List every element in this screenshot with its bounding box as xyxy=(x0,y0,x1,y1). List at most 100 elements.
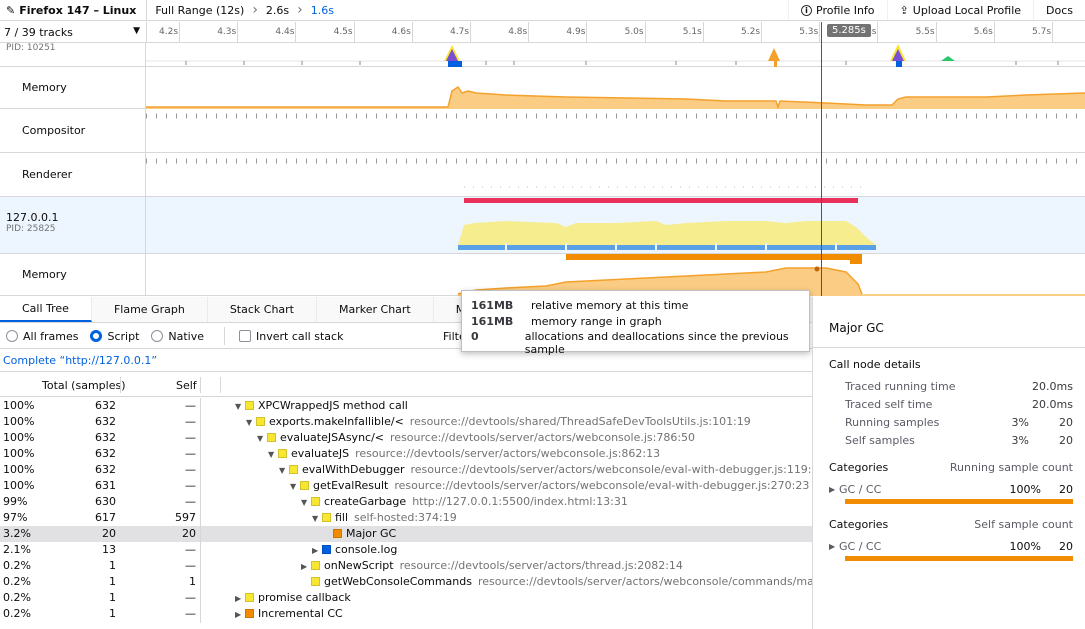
sidebar-detail-row: Running samples 3% 20 xyxy=(845,415,1073,429)
total-percent: 0.2% xyxy=(3,591,31,604)
triangle-down-icon[interactable]: ▼ xyxy=(301,495,311,511)
triangle-right-icon[interactable]: ▶ xyxy=(301,559,311,575)
tooltip-row: 161MB memory range in graph xyxy=(471,315,800,331)
total-samples: 632 xyxy=(95,447,116,460)
tab-call-tree[interactable]: Call Tree xyxy=(0,297,92,322)
triangle-right-icon[interactable]: ▶ xyxy=(235,607,245,623)
ruler-axis[interactable]: 4.2s 4.3s 4.4s 4.5s 4.6s 4.7s 4.8s 4.9s 5.0s 5.1s… xyxy=(146,22,1085,43)
function-name: evaluateJS xyxy=(291,447,350,460)
category-swatch xyxy=(245,609,254,618)
call-tree-row[interactable]: 100% 632 — ▼ evalWithDebugger resource://devt… xyxy=(0,462,813,479)
timeline-cursor xyxy=(821,22,822,296)
process-pid: PID: 25825 xyxy=(6,224,56,234)
self-samples: — xyxy=(185,543,196,556)
track-process-127[interactable]: 127.0.0.1 PID: 25825 xyxy=(0,197,1085,254)
tooltip-value: 161MB xyxy=(471,299,514,312)
info-icon: i xyxy=(801,4,813,16)
self-samples: — xyxy=(185,447,196,460)
call-tree-row[interactable]: 99% 630 — ▼ createGarbage http://127.0.0.1:55… xyxy=(0,494,812,511)
call-tree-row[interactable]: 0.2% 1 — ▶ promise callback xyxy=(0,590,812,607)
self-samples: — xyxy=(185,559,196,572)
triangle-down-icon[interactable]: ▼ xyxy=(290,479,300,495)
tooltip-value: 0 xyxy=(471,330,479,343)
transform-breadcrumb[interactable]: Complete “http://127.0.0.1” xyxy=(0,350,812,372)
triangle-down-icon[interactable]: ▼ xyxy=(279,463,289,479)
top-bar: ✎ Firefox 147 – Linux Full Range (12s) ›… xyxy=(0,0,1085,21)
call-tree-row[interactable]: 0.2% 1 — ▶ Incremental CC xyxy=(0,606,812,623)
sidebar-detail-row: Traced self time 20.0ms xyxy=(845,397,1073,411)
self-samples: 20 xyxy=(182,527,196,540)
call-tree-row[interactable]: 3.2% 20 20 Major GC xyxy=(0,526,812,542)
function-origin: resource://devtools/server/actors/webcon… xyxy=(477,575,812,588)
call-tree-row[interactable]: 100% 632 — ▼ exports.makeInfallible/< resourc… xyxy=(0,414,812,431)
radio-native[interactable]: Native xyxy=(151,330,204,343)
sidebar-details-heading: Call node details xyxy=(829,358,921,371)
ruler-tick xyxy=(761,22,762,43)
radio-all-frames[interactable]: All frames xyxy=(6,330,78,343)
tab-marker-chart[interactable]: Marker Chart xyxy=(317,297,434,322)
function-name-cell: ▶ onNewScript resource://devtools/server/a… xyxy=(200,558,812,575)
ruler-tick-label: 5.1s xyxy=(682,27,702,37)
breadcrumb-range-2[interactable]: 1.6s xyxy=(303,0,342,20)
function-name-cell: ▶ Incremental CC xyxy=(200,606,812,623)
app-title: Firefox 147 – Linux xyxy=(19,3,137,17)
triangle-right-icon[interactable]: ▶ xyxy=(312,543,322,559)
category-swatch xyxy=(289,465,298,474)
triangle-down-icon[interactable]: ▼ xyxy=(257,431,267,447)
total-samples: 632 xyxy=(95,399,116,412)
function-origin: resource://devtools/server/actors/webcon… xyxy=(410,463,813,476)
function-name-cell: Major GC xyxy=(200,526,812,542)
triangle-down-icon[interactable]: ▼ xyxy=(235,399,245,415)
self-samples: — xyxy=(185,591,196,604)
track-renderer[interactable]: Renderer xyxy=(0,153,1085,197)
radio-script[interactable]: Script xyxy=(90,330,139,343)
total-samples: 632 xyxy=(95,463,116,476)
category-gc-cc-running[interactable]: ▶ GC / CC 100% 20 xyxy=(829,481,1073,497)
total-percent: 0.2% xyxy=(3,607,31,620)
self-samples: 597 xyxy=(175,511,196,524)
track-process-top[interactable]: PID: 10251 xyxy=(0,43,1085,67)
function-name-cell: ▼ createGarbage http://127.0.0.1:5500/inde… xyxy=(200,494,812,511)
ruler-tick-label: 4.8s xyxy=(508,27,528,37)
total-samples: 13 xyxy=(102,543,116,556)
track-label-memory-2: Memory xyxy=(22,268,67,281)
triangle-right-icon: ▶ xyxy=(829,484,836,494)
profile-name-button[interactable]: ✎ Firefox 147 – Linux xyxy=(0,0,148,20)
category-swatch xyxy=(245,401,254,410)
triangle-right-icon[interactable]: ▶ xyxy=(235,591,245,607)
tab-flame-graph[interactable]: Flame Graph xyxy=(92,297,208,322)
call-tree-row[interactable]: 2.1% 13 — ▶ console.log xyxy=(0,542,812,559)
triangle-down-icon[interactable]: ▼ xyxy=(268,447,278,463)
tooltip-row: 0 allocations and deallocations since the… xyxy=(471,330,800,356)
call-tree-row[interactable]: 100% 632 — ▼ evaluateJS resource://devtools/s… xyxy=(0,446,812,463)
track-compositor[interactable]: Compositor xyxy=(0,109,1085,153)
total-samples: 631 xyxy=(95,479,116,492)
call-tree-row[interactable]: 97% 617 597 ▼ fill self-hosted:374:19 xyxy=(0,510,812,527)
self-samples: — xyxy=(185,495,196,508)
category-swatch xyxy=(311,561,320,570)
call-tree-row[interactable]: 100% 632 — ▼ XPCWrappedJS method call xyxy=(0,398,812,415)
call-tree-row[interactable]: 0.2% 1 1 getWebConsoleCommands resource://de… xyxy=(0,574,812,590)
tab-stack-chart[interactable]: Stack Chart xyxy=(208,297,317,322)
call-tree-sidebar: Major GC Call node details Traced runnin… xyxy=(812,297,1085,629)
function-name: console.log xyxy=(335,543,398,556)
track-memory[interactable]: Memory xyxy=(0,67,1085,110)
docs-button[interactable]: Docs xyxy=(1033,0,1085,20)
triangle-down-icon[interactable]: ▼ xyxy=(312,511,322,527)
breadcrumb-range-1[interactable]: 2.6s xyxy=(258,0,297,20)
triangle-down-icon[interactable]: ▼ xyxy=(246,415,256,431)
upload-button[interactable]: ⇪ Upload Local Profile xyxy=(886,0,1033,20)
self-samples: — xyxy=(185,463,196,476)
call-tree-row[interactable]: 100% 631 — ▼ getEvalResult resource://devtool… xyxy=(0,478,812,495)
triangle-right-icon: ▶ xyxy=(829,541,836,551)
function-origin: resource://devtools/server/actors/webcon… xyxy=(390,431,696,444)
total-samples: 1 xyxy=(109,575,116,588)
breadcrumb-full-range[interactable]: Full Range (12s) xyxy=(147,0,252,20)
profile-info-button[interactable]: i Profile Info xyxy=(788,0,887,20)
tracks-menu-button[interactable]: 7 / 39 tracks ▼ xyxy=(4,26,144,39)
call-tree-row[interactable]: 0.2% 1 — ▶ onNewScript resource://devtools/se… xyxy=(0,558,812,575)
invert-call-stack-checkbox[interactable]: Invert call stack xyxy=(239,330,343,343)
ruler-tick-label: 4.9s xyxy=(566,27,586,37)
call-tree-row[interactable]: 100% 632 — ▼ evaluateJSAsync/< resource://dev… xyxy=(0,430,812,447)
category-gc-cc-self[interactable]: ▶ GC / CC 100% 20 xyxy=(829,538,1073,554)
